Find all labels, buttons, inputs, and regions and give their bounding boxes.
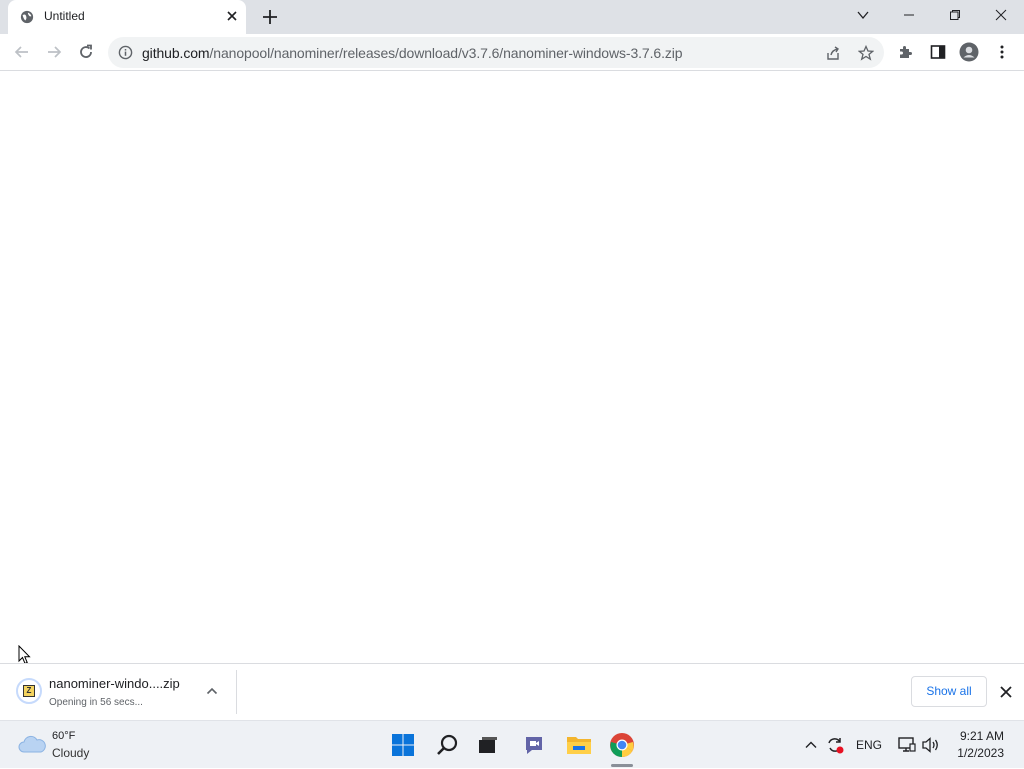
star-icon xyxy=(858,45,874,61)
share-button[interactable] xyxy=(824,44,842,62)
info-icon[interactable] xyxy=(118,45,133,60)
weather-widget[interactable]: 60°F Cloudy xyxy=(10,721,110,769)
network-icon xyxy=(898,737,916,752)
forward-button[interactable] xyxy=(44,42,64,62)
volume-button[interactable] xyxy=(920,734,942,756)
teams-chat-button[interactable] xyxy=(520,731,548,759)
restore-icon xyxy=(950,10,960,20)
close-icon xyxy=(995,9,1007,21)
close-window-button[interactable] xyxy=(978,0,1024,30)
download-shelf: Z nanominer-windo....zip Opening in 56 s… xyxy=(0,663,1024,719)
url-text[interactable]: github.com/nanopool/nanominer/releases/d… xyxy=(142,45,683,61)
file-explorer-button[interactable] xyxy=(565,731,593,759)
download-item[interactable]: Z nanominer-windo....zip Opening in 56 s… xyxy=(0,664,236,720)
reload-icon xyxy=(80,44,92,58)
tab-strip: Untitled xyxy=(0,0,1024,34)
minimize-button[interactable] xyxy=(886,0,932,30)
reload-button[interactable] xyxy=(76,42,96,62)
language-label: ENG xyxy=(855,738,882,752)
folder-icon xyxy=(567,737,591,754)
close-shelf-icon[interactable] xyxy=(997,683,1015,701)
globe-icon xyxy=(20,10,34,24)
clock-time: 9:21 AM xyxy=(959,729,1004,743)
kebab-menu-icon xyxy=(1000,45,1004,59)
restore-button[interactable] xyxy=(932,0,978,30)
start-button[interactable] xyxy=(389,731,417,759)
search-icon xyxy=(437,734,458,755)
url-host: github.com xyxy=(142,45,210,61)
show-hidden-icons-button[interactable] xyxy=(802,734,820,756)
sync-status-button[interactable] xyxy=(824,734,846,756)
new-tab-icon[interactable] xyxy=(261,8,279,26)
sync-icon xyxy=(828,738,844,754)
zip-file-icon: Z xyxy=(16,678,42,704)
download-status: Opening in 56 secs... xyxy=(49,697,143,708)
tab-close-icon[interactable] xyxy=(224,8,240,24)
windows-logo-icon xyxy=(392,734,414,756)
search-button[interactable] xyxy=(433,731,461,759)
show-all-button[interactable]: Show all xyxy=(911,676,987,707)
active-app-indicator xyxy=(611,764,633,767)
profile-icon xyxy=(959,42,979,62)
minimize-icon xyxy=(904,14,914,16)
tab-untitled[interactable]: Untitled xyxy=(8,0,246,34)
back-arrow-icon xyxy=(14,46,28,58)
chevron-up-icon xyxy=(805,741,817,748)
cloud-icon xyxy=(18,735,46,753)
tab-search-button[interactable] xyxy=(840,0,886,30)
chrome-icon xyxy=(610,733,634,757)
task-view-icon xyxy=(479,737,497,753)
side-panel-button[interactable] xyxy=(928,42,948,62)
language-indicator[interactable]: ENG xyxy=(854,734,884,756)
address-bar[interactable]: github.com/nanopool/nanominer/releases/d… xyxy=(108,37,884,68)
chat-icon xyxy=(526,737,542,754)
chrome-menu-button[interactable] xyxy=(992,42,1012,62)
mouse-cursor-icon xyxy=(18,645,31,665)
bookmark-button[interactable] xyxy=(857,44,875,62)
url-path: /nanopool/nanominer/releases/download/v3… xyxy=(209,45,683,61)
share-icon xyxy=(827,46,839,60)
chevron-down-icon xyxy=(857,11,869,20)
extensions-button[interactable] xyxy=(896,42,916,62)
task-view-button[interactable] xyxy=(474,731,502,759)
clock-date: 1/2/2023 xyxy=(957,746,1004,760)
weather-description: Cloudy xyxy=(52,746,90,760)
tab-title: Untitled xyxy=(44,9,85,23)
network-button[interactable] xyxy=(896,734,918,756)
shelf-divider xyxy=(236,670,237,714)
page-content xyxy=(0,71,1024,663)
download-filename: nanominer-windo....zip xyxy=(49,676,180,691)
windows-taskbar: 60°F Cloudy ENG 9:21 AM 1/2/2023 xyxy=(0,720,1024,768)
browser-toolbar: github.com/nanopool/nanominer/releases/d… xyxy=(0,34,1024,71)
chevron-up-icon[interactable] xyxy=(204,683,220,699)
back-button[interactable] xyxy=(12,42,32,62)
chrome-taskbar-button[interactable] xyxy=(608,731,636,759)
puzzle-icon xyxy=(900,46,912,58)
side-panel-icon xyxy=(930,45,946,59)
clock-button[interactable]: 9:21 AM 1/2/2023 xyxy=(948,721,1014,769)
profile-button[interactable] xyxy=(959,42,979,62)
forward-arrow-icon xyxy=(48,46,62,58)
weather-temperature: 60°F xyxy=(52,730,76,742)
speaker-icon xyxy=(922,737,938,753)
